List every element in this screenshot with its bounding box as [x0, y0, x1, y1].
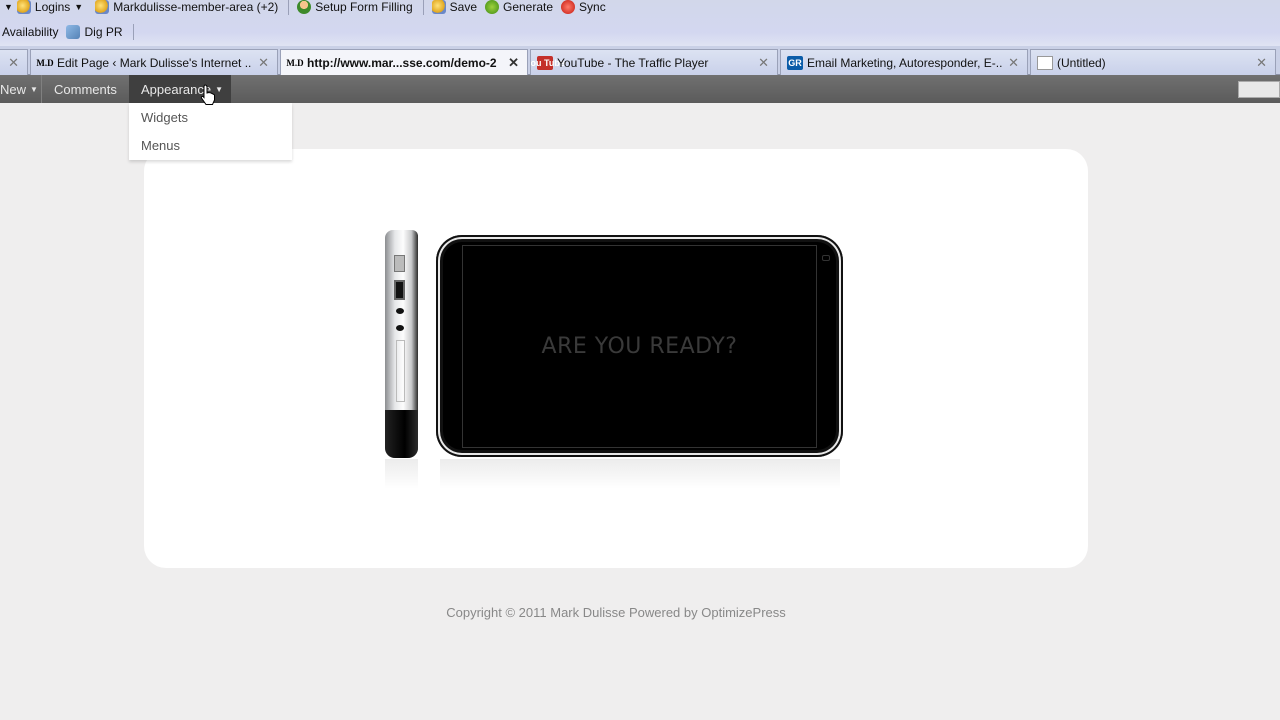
jack-icon — [396, 325, 404, 331]
blank-page-icon — [1037, 55, 1053, 70]
tab-untitled[interactable]: (Untitled) ✕ — [1030, 49, 1276, 75]
tab-edit-page[interactable]: M.D Edit Page ‹ Mark Dulisse's Internet … — [30, 49, 278, 75]
toolbar-divider — [288, 0, 290, 15]
footer-copyright: Copyright © 2011 Mark Dulisse Powered by… — [446, 605, 786, 620]
availability-label: Availability — [2, 25, 59, 39]
logins-label: Logins — [34, 0, 71, 14]
setup-form-filling-label: Setup Form Filling — [315, 0, 413, 14]
availability-button[interactable]: Availability — [2, 25, 58, 39]
dig-pr-label: Dig PR — [84, 25, 123, 39]
tab-title: http://www.mar...sse.com/demo-2 — [307, 56, 497, 70]
logins-button[interactable]: Logins ▼ — [16, 0, 87, 14]
toolbar-divider — [422, 0, 424, 15]
close-icon[interactable]: ✕ — [508, 55, 519, 71]
getresponse-favicon-icon: GR — [787, 55, 803, 70]
usb-port-icon — [394, 280, 405, 300]
card-slot-icon — [396, 340, 405, 402]
tab-email-marketing[interactable]: GR Email Marketing, Autoresponder, E-...… — [780, 49, 1028, 75]
close-icon[interactable]: ✕ — [258, 55, 269, 71]
port-icon — [394, 255, 405, 272]
toolbar-row-2: Availability Dig PR — [0, 21, 142, 43]
star-key-icon — [431, 0, 446, 14]
save-label: Save — [449, 0, 477, 14]
md-favicon-icon: M.D — [36, 57, 54, 68]
tab-title: YouTube - The Traffic Player — [557, 55, 709, 70]
admin-menu-comments[interactable]: Comments — [42, 75, 129, 103]
close-icon[interactable]: ✕ — [8, 55, 19, 71]
jack-icon — [396, 308, 404, 314]
user-icon — [297, 0, 312, 14]
close-icon[interactable]: ✕ — [1256, 55, 1267, 71]
tablet-reflection — [440, 459, 840, 489]
sync-button[interactable]: Sync — [561, 0, 606, 14]
member-area-button[interactable]: Markdulisse-member-area (+2) — [95, 0, 278, 14]
appearance-dropdown: Widgets Menus — [129, 103, 292, 160]
chevron-down-icon: ▼ — [30, 84, 38, 94]
comments-label: Comments — [54, 81, 117, 97]
setup-form-filling-button[interactable]: Setup Form Filling — [297, 0, 413, 14]
md-favicon-icon: M.D — [286, 58, 304, 68]
toolbar-divider — [132, 24, 134, 40]
tablet-front-image: ARE YOU READY? — [436, 235, 843, 457]
member-area-label: Markdulisse-member-area (+2) — [113, 0, 279, 14]
device-reflection — [385, 459, 418, 489]
tab-youtube[interactable]: You Tube YouTube - The Traffic Player ✕ — [530, 49, 778, 75]
hand-cursor-icon — [200, 84, 215, 105]
menu-item-menus[interactable]: Menus — [129, 131, 292, 159]
chevron-down-icon: ▼ — [74, 2, 84, 12]
star-key-icon — [95, 0, 110, 14]
wp-admin-bar: New ▼ Comments Appearance ▼ — [0, 75, 1280, 103]
save-button[interactable]: Save — [431, 0, 477, 14]
sync-label: Sync — [579, 0, 606, 14]
tablet-side-view-image — [385, 230, 418, 458]
tab-demo-2[interactable]: M.D http://www.mar...sse.com/demo-2 ✕ — [280, 49, 528, 76]
camera-icon — [822, 255, 830, 261]
tab-title: Edit Page ‹ Mark Dulisse's Internet ... — [57, 55, 253, 70]
tab-partial[interactable]: ✕ — [0, 49, 28, 75]
toolbar-row-1: ▼ Logins ▼ Markdulisse-member-area (+2) … — [0, 0, 614, 18]
device-base — [385, 410, 418, 458]
close-icon[interactable]: ✕ — [1008, 55, 1019, 71]
tablet-screen: ARE YOU READY? — [462, 245, 817, 448]
sync-icon — [561, 0, 576, 14]
toolbar-menu-caret[interactable]: ▼ — [4, 2, 13, 12]
admin-search-input[interactable] — [1238, 81, 1280, 98]
youtube-favicon-icon: You Tube — [530, 55, 565, 70]
network-icon — [66, 25, 81, 39]
browser-toolbar: ▼ Logins ▼ Markdulisse-member-area (+2) … — [0, 0, 1280, 46]
menu-item-widgets[interactable]: Widgets — [129, 103, 292, 131]
tab-title: (Untitled) — [1057, 55, 1106, 70]
screen-headline: ARE YOU READY? — [541, 334, 738, 359]
star-key-icon — [16, 0, 31, 14]
generate-label: Generate — [503, 0, 554, 14]
close-icon[interactable]: ✕ — [758, 55, 769, 71]
lightning-icon — [485, 0, 499, 14]
tab-title: Email Marketing, Autoresponder, E-... — [807, 55, 1003, 70]
new-label: New — [0, 81, 27, 97]
generate-button[interactable]: Generate — [485, 0, 553, 14]
tab-strip: ✕ M.D Edit Page ‹ Mark Dulisse's Interne… — [0, 46, 1280, 76]
dig-pr-button[interactable]: Dig PR — [66, 25, 123, 39]
chevron-down-icon: ▼ — [215, 84, 224, 94]
